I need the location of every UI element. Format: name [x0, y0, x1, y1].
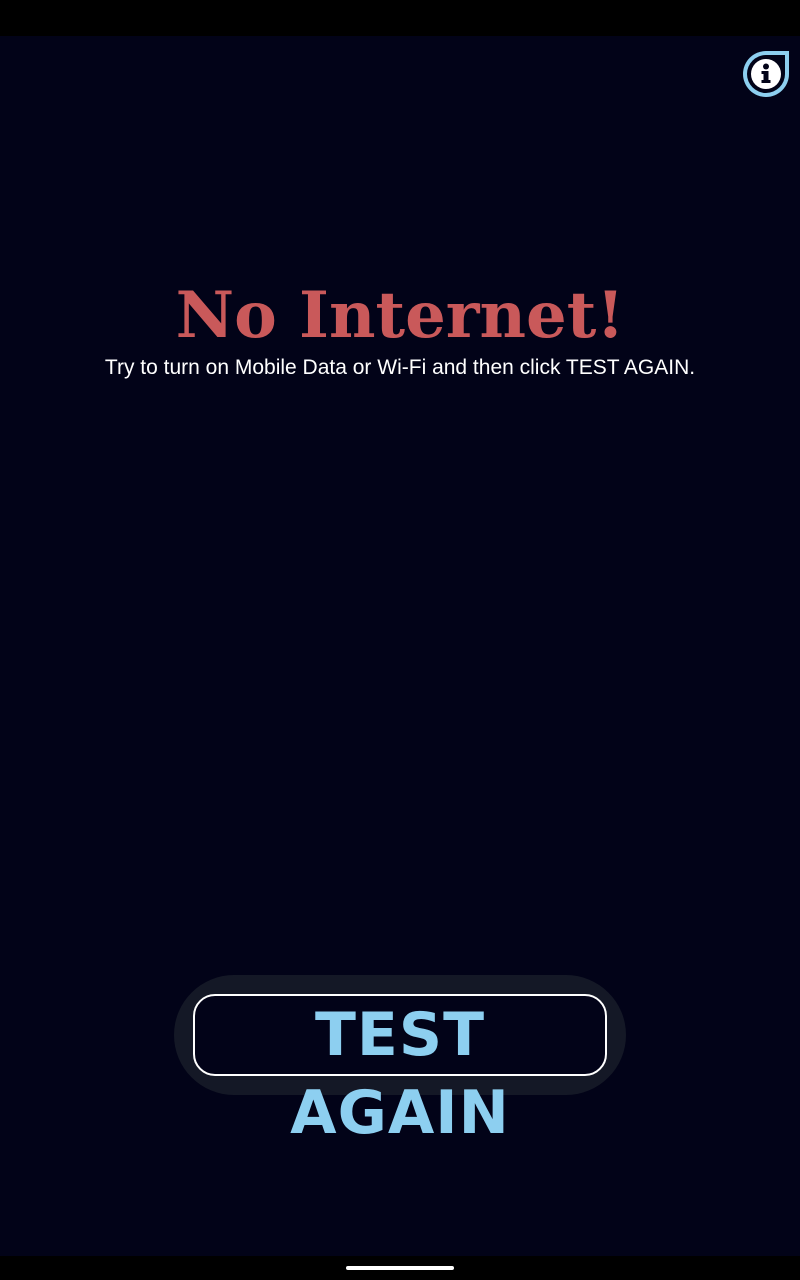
status-bar	[0, 0, 800, 36]
navigation-bar	[0, 1256, 800, 1280]
info-button[interactable]	[740, 48, 792, 100]
no-internet-screen: No Internet! Try to turn on Mobile Data …	[0, 36, 800, 1256]
device-screen: No Internet! Try to turn on Mobile Data …	[0, 0, 800, 1280]
page-title: No Internet!	[175, 278, 625, 353]
connection-hint-message: Try to turn on Mobile Data or Wi-Fi and …	[104, 356, 696, 379]
home-indicator[interactable]	[346, 1266, 454, 1270]
test-again-button[interactable]: TEST AGAIN	[193, 994, 607, 1148]
info-icon	[743, 51, 789, 97]
